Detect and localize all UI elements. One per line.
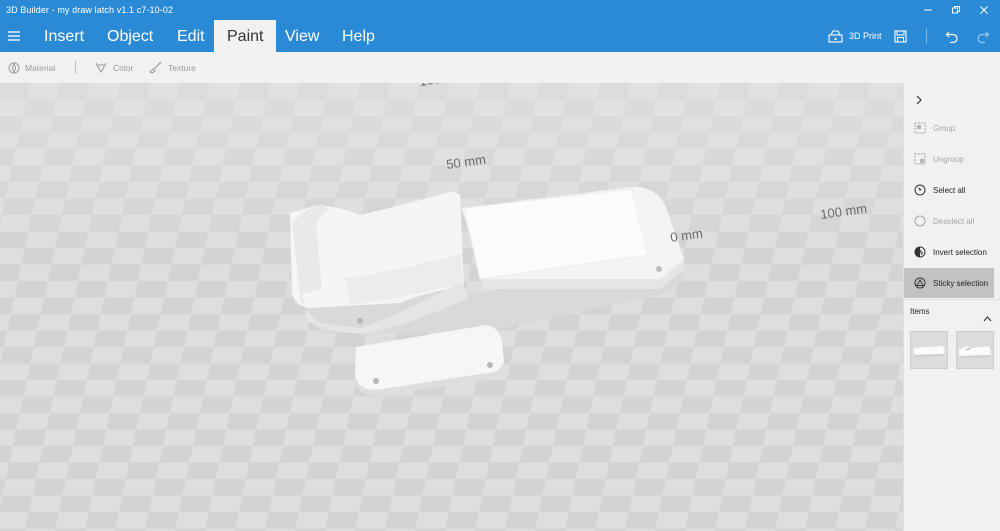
collapse-panel-button[interactable] [915,92,923,110]
ribbon-tab-bar: Insert Object Edit Paint View Help 3D Pr… [0,20,1000,52]
close-icon [980,6,988,14]
tab-help[interactable]: Help [329,20,388,52]
redo-button[interactable] [976,20,990,52]
item-thumbnail-image [959,346,991,358]
item-thumbnail-1[interactable] [910,331,948,369]
window-title: 3D Builder - my draw latch v1.1 c7-10-02 [6,5,174,15]
chevron-up-icon [983,316,992,322]
sticky-selection-label: Sticky selection [933,278,989,288]
select-all-button[interactable]: Select all [904,175,994,205]
invert-selection-button[interactable]: Invert selection [904,237,994,267]
color-label: Color [113,62,134,73]
material-icon [8,62,20,73]
group-button[interactable]: Group [904,113,994,143]
undo-button[interactable] [945,20,959,52]
paint-toolbar: Material Color Texture [0,52,1000,84]
items-header: Items [910,307,930,316]
tab-edit[interactable]: Edit [164,20,218,52]
tab-insert[interactable]: Insert [31,20,97,52]
sticky-selection-button[interactable]: Sticky selection [904,268,994,298]
restore-button[interactable] [942,0,970,20]
item-thumbnail-image [913,346,945,357]
tab-object[interactable]: Object [94,20,166,52]
group-label: Group [933,123,956,133]
tab-paint[interactable]: Paint [214,20,277,52]
ribbon-divider [926,28,927,44]
save-icon [894,29,907,43]
selection-panel: Group Ungroup Select all Deselect all In… [903,83,1000,531]
title-bar: 3D Builder - my draw latch v1.1 c7-10-02 [0,0,1000,20]
texture-label: Texture [168,62,196,73]
invert-selection-label: Invert selection [933,247,987,257]
sticky-selection-icon [913,277,926,290]
ungroup-button[interactable]: Ungroup [904,144,994,174]
panel-divider [904,299,1000,300]
group-icon [913,122,926,135]
redo-icon [977,31,990,43]
close-button[interactable] [970,0,998,20]
minimize-button[interactable] [914,0,942,20]
deselect-all-icon [913,215,926,228]
3d-scene[interactable]: 100 50 mm 100 mm 0 mm [0,83,903,531]
save-button[interactable] [894,20,907,52]
tab-view[interactable]: View [272,20,332,52]
deselect-all-label: Deselect all [933,216,975,226]
deselect-all-button[interactable]: Deselect all [904,206,994,236]
3d-print-button[interactable]: 3D Print [828,20,882,52]
hamburger-menu-icon[interactable] [8,30,20,42]
minimize-icon [924,9,932,11]
ungroup-icon [913,153,926,166]
texture-brush-icon [149,61,162,74]
restore-icon [952,6,960,14]
color-button[interactable]: Color [94,52,133,83]
3d-print-label: 3D Print [849,31,882,41]
select-all-icon [913,184,926,197]
color-bucket-icon [95,62,107,74]
undo-icon [945,31,958,43]
material-button[interactable]: Material [8,52,55,83]
item-thumbnail-2[interactable] [956,331,994,369]
toolbar-divider [75,61,76,74]
3d-print-icon [828,29,843,43]
chevron-right-icon [916,95,922,105]
texture-button[interactable]: Texture [148,52,196,83]
invert-selection-icon [913,246,926,259]
collapse-items-button[interactable] [983,309,992,327]
ungroup-label: Ungroup [933,154,964,164]
select-all-label: Select all [933,185,966,195]
3d-viewport[interactable]: 100 50 mm 100 mm 0 mm [0,83,903,531]
material-label: Material [25,62,56,73]
